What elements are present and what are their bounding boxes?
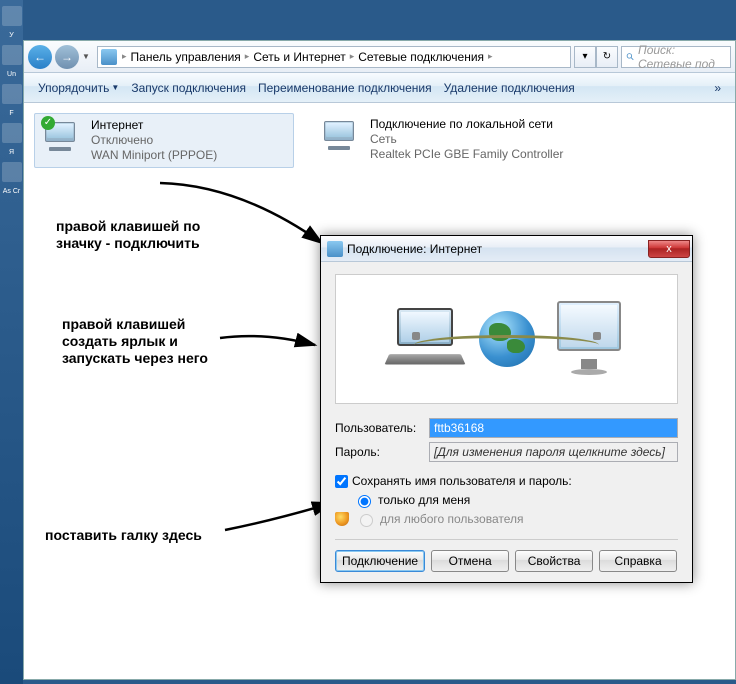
desktop-label: Un	[0, 71, 23, 78]
forward-button[interactable]: →	[55, 45, 79, 69]
annotation-text: поставить галку здесь	[45, 527, 202, 544]
desktop-icon[interactable]	[2, 6, 22, 26]
back-button[interactable]: ←	[28, 45, 52, 69]
any-user-label: для любого пользователя	[380, 512, 524, 526]
search-icon	[626, 51, 635, 63]
connection-title: Интернет	[91, 118, 217, 133]
dialog-illustration	[335, 274, 678, 404]
connection-icon: ✓	[39, 118, 83, 154]
checkmark-icon: ✓	[41, 116, 55, 130]
annotation-arrow	[215, 330, 325, 370]
desktop-icon[interactable]	[2, 162, 22, 182]
save-credentials-label: Сохранять имя пользователя и пароль:	[352, 474, 572, 488]
desktop-label: Я	[0, 149, 23, 156]
address-dropdown[interactable]: ▾	[574, 46, 596, 68]
save-credentials-checkbox[interactable]	[335, 475, 348, 488]
dialog-icon	[327, 241, 343, 257]
password-label: Пароль:	[335, 445, 423, 459]
breadcrumb[interactable]: Панель управления	[129, 50, 243, 64]
location-icon	[101, 49, 117, 65]
connection-item-internet[interactable]: ✓ Интернет Отключено WAN Miniport (PPPOE…	[34, 113, 294, 168]
connect-button[interactable]: Подключение	[335, 550, 425, 572]
username-input[interactable]	[429, 418, 678, 438]
annotation-text: правой клавишей создать ярлык и запускат…	[62, 316, 208, 367]
desktop-label: У	[0, 32, 23, 39]
connection-status: Сеть	[370, 132, 563, 147]
crumb-sep-icon[interactable]: ▸	[486, 51, 495, 62]
connection-status: Отключено	[91, 133, 217, 148]
organize-menu[interactable]: Упорядочить▼	[32, 77, 125, 99]
desktop-icon[interactable]	[2, 123, 22, 143]
only-me-label: только для меня	[378, 493, 470, 507]
properties-button[interactable]: Свойства	[515, 550, 593, 572]
connection-device: WAN Miniport (PPPOE)	[91, 148, 217, 163]
crumb-sep-icon[interactable]: ▸	[243, 51, 252, 62]
desktop-icon[interactable]	[2, 84, 22, 104]
dialog-title: Подключение: Интернет	[347, 242, 482, 256]
crumb-sep-icon[interactable]: ▸	[120, 51, 129, 62]
breadcrumb[interactable]: Сеть и Интернет	[251, 50, 347, 64]
any-user-radio	[360, 514, 373, 527]
close-button[interactable]: x	[648, 240, 690, 258]
delete-connection-button[interactable]: Удаление подключения	[438, 77, 581, 99]
dialog-titlebar[interactable]: Подключение: Интернет x	[321, 236, 692, 262]
content-area: ✓ Интернет Отключено WAN Miniport (PPPOE…	[24, 103, 735, 178]
nav-bar: ← → ▼ ▸ Панель управления ▸ Сеть и Интер…	[24, 41, 735, 73]
toolbar-overflow[interactable]: »	[708, 77, 727, 99]
rename-connection-button[interactable]: Переименование подключения	[252, 77, 438, 99]
search-placeholder: Поиск: Сетевые под	[638, 43, 726, 71]
connection-item-lan[interactable]: Подключение по локальной сети Сеть Realt…	[314, 113, 574, 166]
toolbar: Упорядочить▼ Запуск подключения Переимен…	[24, 73, 735, 103]
annotation-arrow	[150, 175, 330, 255]
desktop-label: As Cr	[0, 188, 23, 195]
address-bar[interactable]: ▸ Панель управления ▸ Сеть и Интернет ▸ …	[97, 46, 571, 68]
desktop-label: F	[0, 110, 23, 117]
search-input[interactable]: Поиск: Сетевые под	[621, 46, 731, 68]
help-button[interactable]: Справка	[599, 550, 677, 572]
start-connection-button[interactable]: Запуск подключения	[125, 77, 252, 99]
password-input[interactable]: [Для изменения пароля щелкните здесь]	[429, 442, 678, 462]
connection-title: Подключение по локальной сети	[370, 117, 563, 132]
desktop-icon[interactable]	[2, 45, 22, 65]
desktop-strip: У Un F Я As Cr	[0, 0, 23, 684]
shield-icon	[335, 512, 349, 526]
cancel-button[interactable]: Отмена	[431, 550, 509, 572]
username-label: Пользователь:	[335, 421, 423, 435]
breadcrumb[interactable]: Сетевые подключения	[356, 50, 486, 64]
crumb-sep-icon[interactable]: ▸	[348, 51, 357, 62]
only-me-radio[interactable]	[358, 495, 371, 508]
refresh-button[interactable]: ↻	[596, 46, 618, 68]
connect-dialog: Подключение: Интернет x Пользователь: Па…	[320, 235, 693, 583]
connection-icon	[318, 117, 362, 153]
connection-device: Realtek PCIe GBE Family Controller	[370, 147, 563, 162]
history-dropdown[interactable]: ▼	[82, 52, 94, 61]
